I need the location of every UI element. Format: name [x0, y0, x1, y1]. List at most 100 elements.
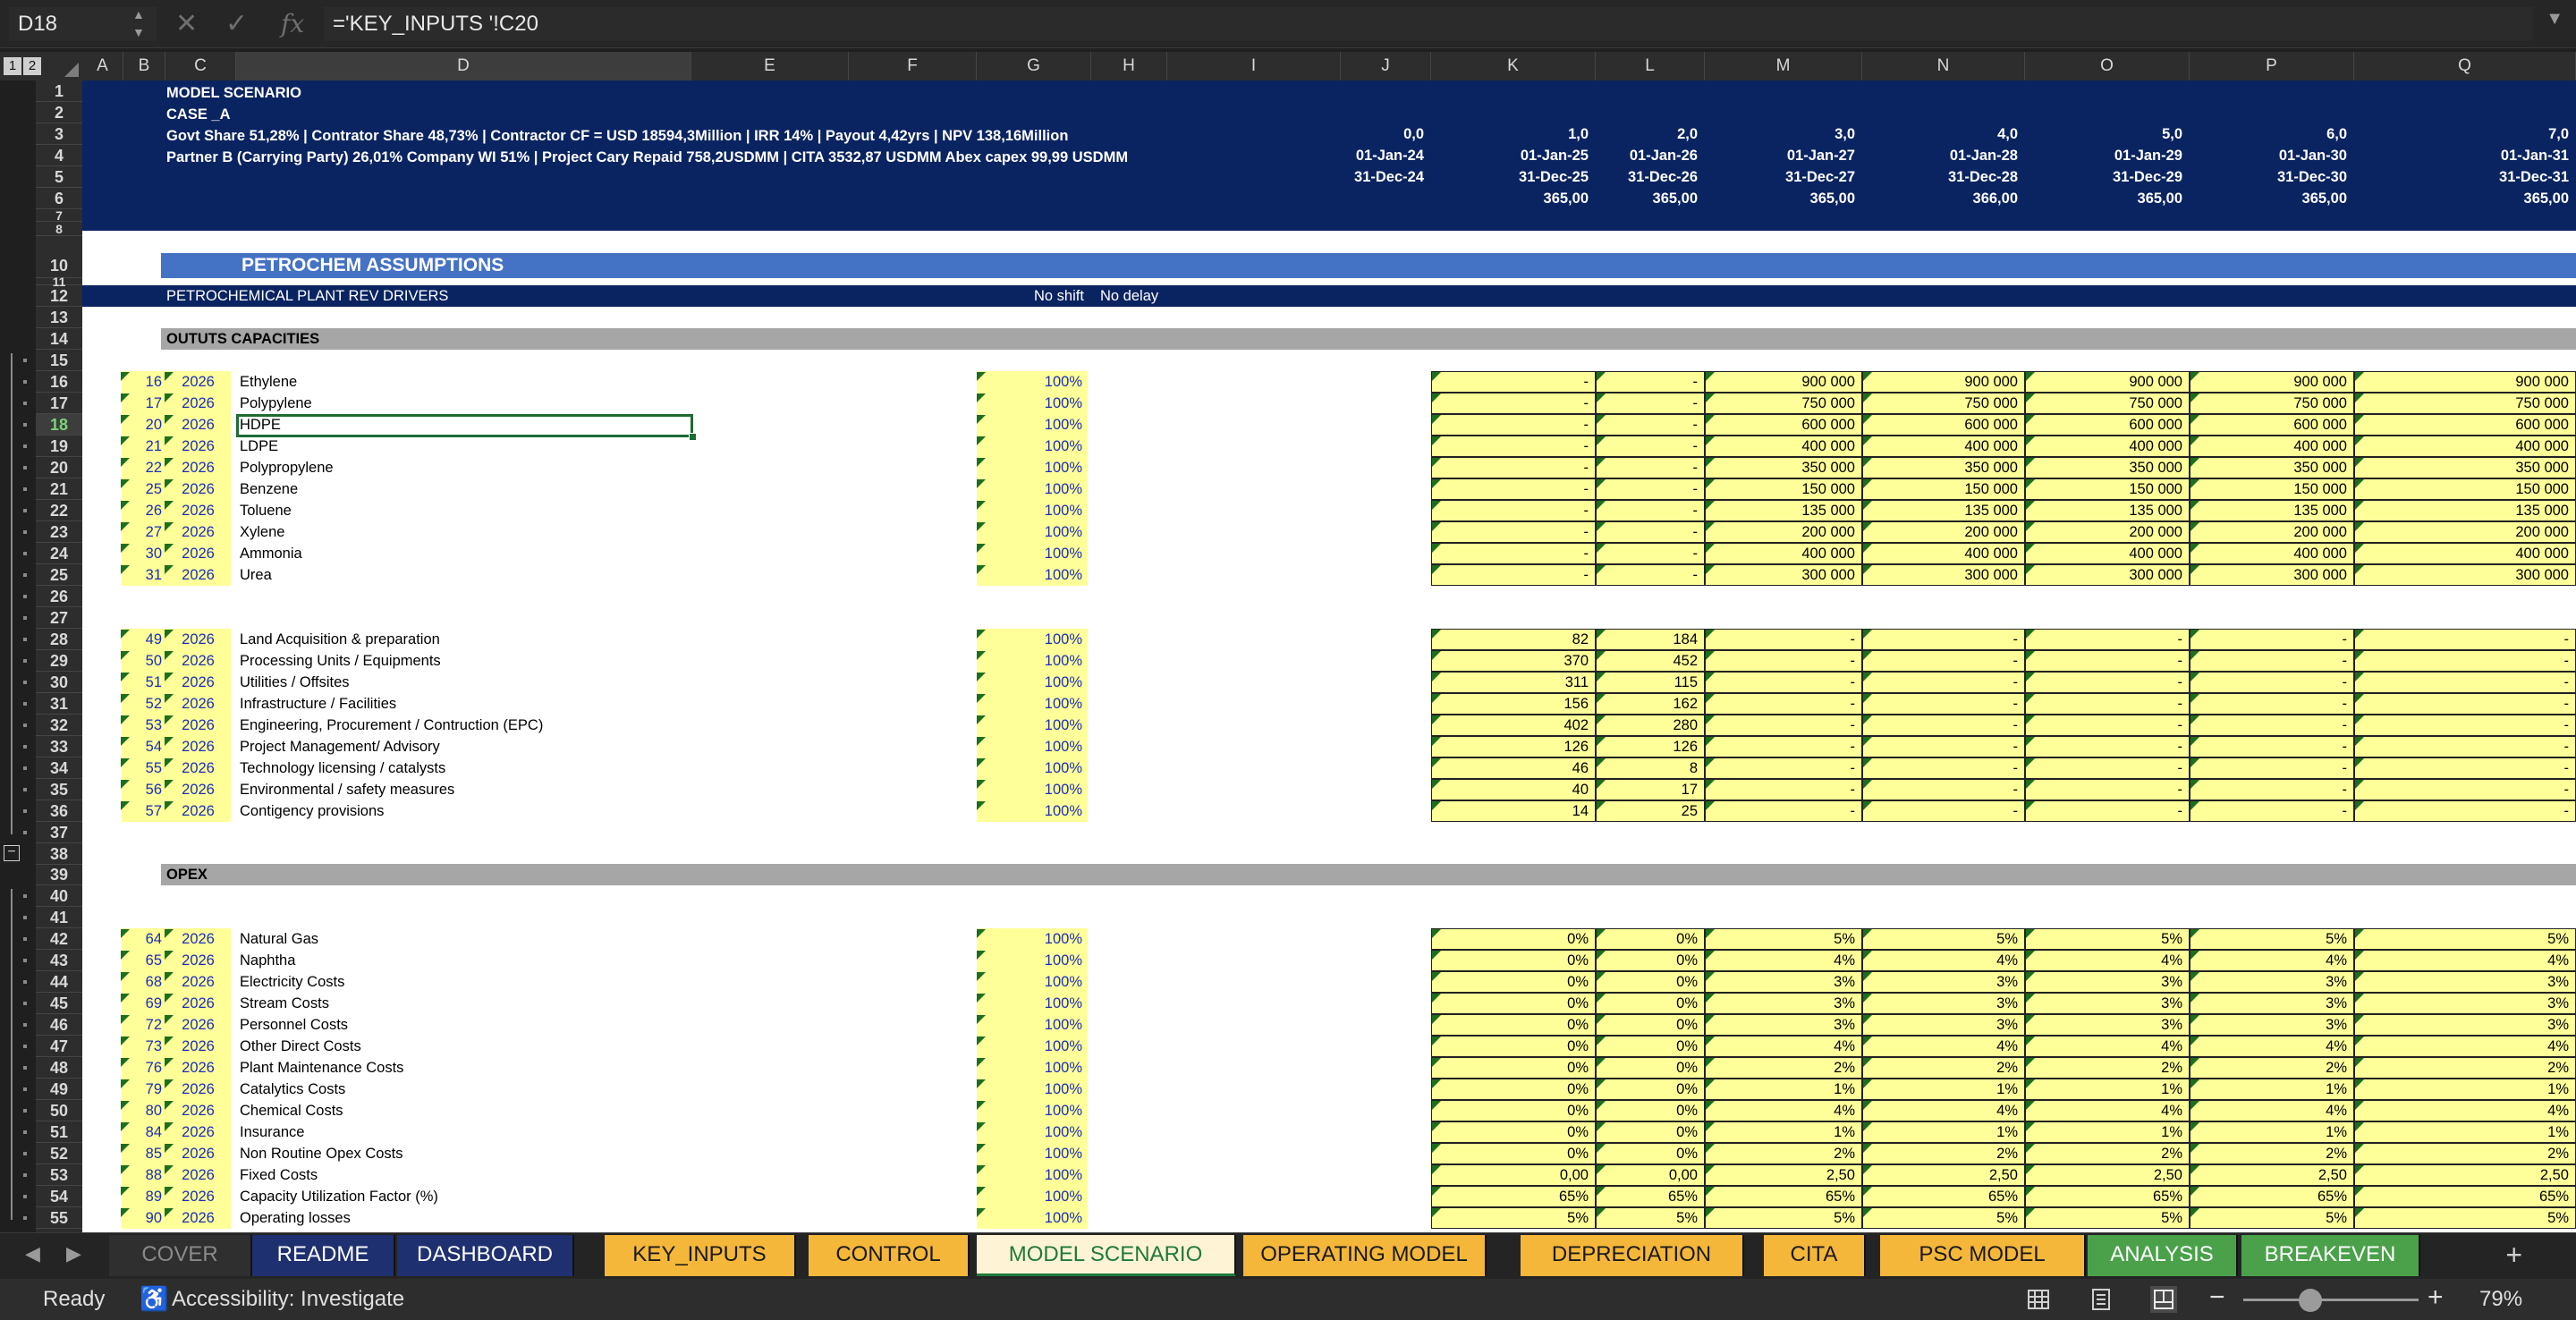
row-ref[interactable]: 20 [123, 417, 162, 434]
column-header-n[interactable]: N [1862, 52, 2025, 80]
row-pct[interactable]: 100% [977, 374, 1082, 391]
outline-level-1-button[interactable]: 1 [4, 57, 21, 75]
row-ref[interactable]: 68 [123, 974, 162, 991]
row-pct[interactable]: 100% [977, 631, 1082, 648]
row-header[interactable]: 48 [36, 1057, 82, 1079]
row-label[interactable]: Contigency provisions [240, 803, 384, 820]
column-header-l[interactable]: L [1596, 52, 1705, 80]
row-header[interactable]: 19 [36, 436, 82, 457]
row-label[interactable]: Fixed Costs [240, 1167, 318, 1184]
row-pct[interactable]: 100% [977, 524, 1082, 541]
row-header[interactable]: 20 [36, 457, 82, 478]
column-header-b[interactable]: B [123, 52, 165, 80]
row-start-year[interactable]: 2026 [165, 460, 231, 477]
column-header-j[interactable]: J [1341, 52, 1431, 80]
row-pct[interactable]: 100% [977, 1017, 1082, 1034]
row-header[interactable]: 50 [36, 1100, 82, 1121]
row-ref[interactable]: 26 [123, 503, 162, 520]
row-header[interactable]: 15 [36, 350, 82, 371]
row-ref[interactable]: 76 [123, 1060, 162, 1077]
row-label[interactable]: Plant Maintenance Costs [240, 1060, 403, 1077]
row-ref[interactable]: 30 [123, 546, 162, 563]
sheet-tab-depreciation[interactable]: DEPRECIATION [1521, 1235, 1744, 1276]
fill-handle[interactable] [689, 433, 697, 441]
collapse-group-button[interactable]: − [4, 845, 20, 861]
row-label[interactable]: Technology licensing / catalysts [240, 760, 445, 777]
row-ref[interactable]: 25 [123, 481, 162, 498]
row-ref[interactable]: 73 [123, 1038, 162, 1055]
row-label[interactable]: Chemical Costs [240, 1103, 343, 1120]
row-label[interactable]: Infrastructure / Facilities [240, 696, 396, 713]
formula-input[interactable]: ='KEY_INPUTS '!C20 [324, 7, 2533, 41]
row-ref[interactable]: 17 [123, 395, 162, 412]
row-pct[interactable]: 100% [977, 653, 1082, 670]
insert-function-icon[interactable]: fx [281, 7, 304, 41]
row-label[interactable]: Non Routine Opex Costs [240, 1146, 403, 1163]
row-pct[interactable]: 100% [977, 503, 1082, 520]
row-label[interactable]: Personnel Costs [240, 1017, 348, 1034]
row-pct[interactable]: 100% [977, 1146, 1082, 1163]
select-all-corner[interactable] [50, 52, 82, 80]
row-header[interactable]: 44 [36, 971, 82, 993]
row-label[interactable]: Environmental / safety measures [240, 782, 454, 799]
row-ref[interactable]: 88 [123, 1167, 162, 1184]
row-ref[interactable]: 52 [123, 696, 162, 713]
row-label[interactable]: Insurance [240, 1124, 304, 1141]
row-ref[interactable]: 22 [123, 460, 162, 477]
sheet-tab-operating-model[interactable]: OPERATING MODEL [1243, 1235, 1487, 1276]
row-pct[interactable]: 100% [977, 696, 1082, 713]
row-header[interactable]: 25 [36, 564, 82, 586]
row-label[interactable]: Polypylene [240, 395, 312, 412]
row-header[interactable]: 2 [36, 102, 82, 123]
row-label[interactable]: Project Management/ Advisory [240, 739, 440, 756]
row-pct[interactable]: 100% [977, 974, 1082, 991]
column-header-h[interactable]: H [1091, 52, 1167, 80]
row-ref[interactable]: 31 [123, 567, 162, 584]
row-start-year[interactable]: 2026 [165, 1103, 231, 1120]
row-header[interactable]: 35 [36, 779, 82, 800]
row-label[interactable]: LDPE [240, 438, 278, 455]
row-start-year[interactable]: 2026 [165, 995, 231, 1012]
row-start-year[interactable]: 2026 [165, 1038, 231, 1055]
row-header[interactable]: 40 [36, 885, 82, 907]
row-label[interactable]: Ammonia [240, 546, 302, 563]
row-pct[interactable]: 100% [977, 717, 1082, 734]
row-label[interactable]: Catalytics Costs [240, 1081, 345, 1098]
row-label[interactable]: Electricity Costs [240, 974, 344, 991]
row-pct[interactable]: 100% [977, 1124, 1082, 1141]
zoom-slider-thumb[interactable] [2299, 1289, 2322, 1312]
row-header[interactable]: 21 [36, 478, 82, 500]
row-pct[interactable]: 100% [977, 1103, 1082, 1120]
outline-level-2-button[interactable]: 2 [23, 57, 41, 75]
row-pct[interactable]: 100% [977, 567, 1082, 584]
next-sheet-icon[interactable]: ▶ [66, 1242, 81, 1265]
row-pct[interactable]: 100% [977, 546, 1082, 563]
row-header[interactable]: 31 [36, 693, 82, 715]
row-header[interactable]: 17 [36, 393, 82, 414]
row-header[interactable]: 7 [36, 209, 82, 222]
enter-check-icon[interactable]: ✓ [225, 7, 248, 41]
row-header[interactable]: 14 [36, 328, 82, 350]
row-start-year[interactable]: 2026 [165, 1146, 231, 1163]
row-header[interactable]: 34 [36, 757, 82, 779]
row-start-year[interactable]: 2026 [165, 1081, 231, 1098]
row-ref[interactable]: 79 [123, 1081, 162, 1098]
row-label[interactable]: Xylene [240, 524, 284, 541]
row-start-year[interactable]: 2026 [165, 717, 231, 734]
row-ref[interactable]: 72 [123, 1017, 162, 1034]
row-start-year[interactable]: 2026 [165, 374, 231, 391]
row-start-year[interactable]: 2026 [165, 567, 231, 584]
row-start-year[interactable]: 2026 [165, 546, 231, 563]
normal-view-icon[interactable] [2025, 1286, 2052, 1313]
row-header[interactable]: 38 [36, 843, 82, 865]
row-header[interactable]: 23 [36, 521, 82, 543]
sheet-tab-cover[interactable]: COVER [109, 1235, 252, 1276]
row-header[interactable]: 28 [36, 629, 82, 650]
row-label[interactable]: Stream Costs [240, 995, 329, 1012]
row-label[interactable]: Ethylene [240, 374, 297, 391]
row-label[interactable]: Polypropylene [240, 460, 334, 477]
sheet-tab-breakeven[interactable]: BREAKEVEN [2241, 1235, 2420, 1276]
column-header-o[interactable]: O [2025, 52, 2190, 80]
row-ref[interactable]: 27 [123, 524, 162, 541]
row-header[interactable]: 55 [36, 1207, 82, 1229]
